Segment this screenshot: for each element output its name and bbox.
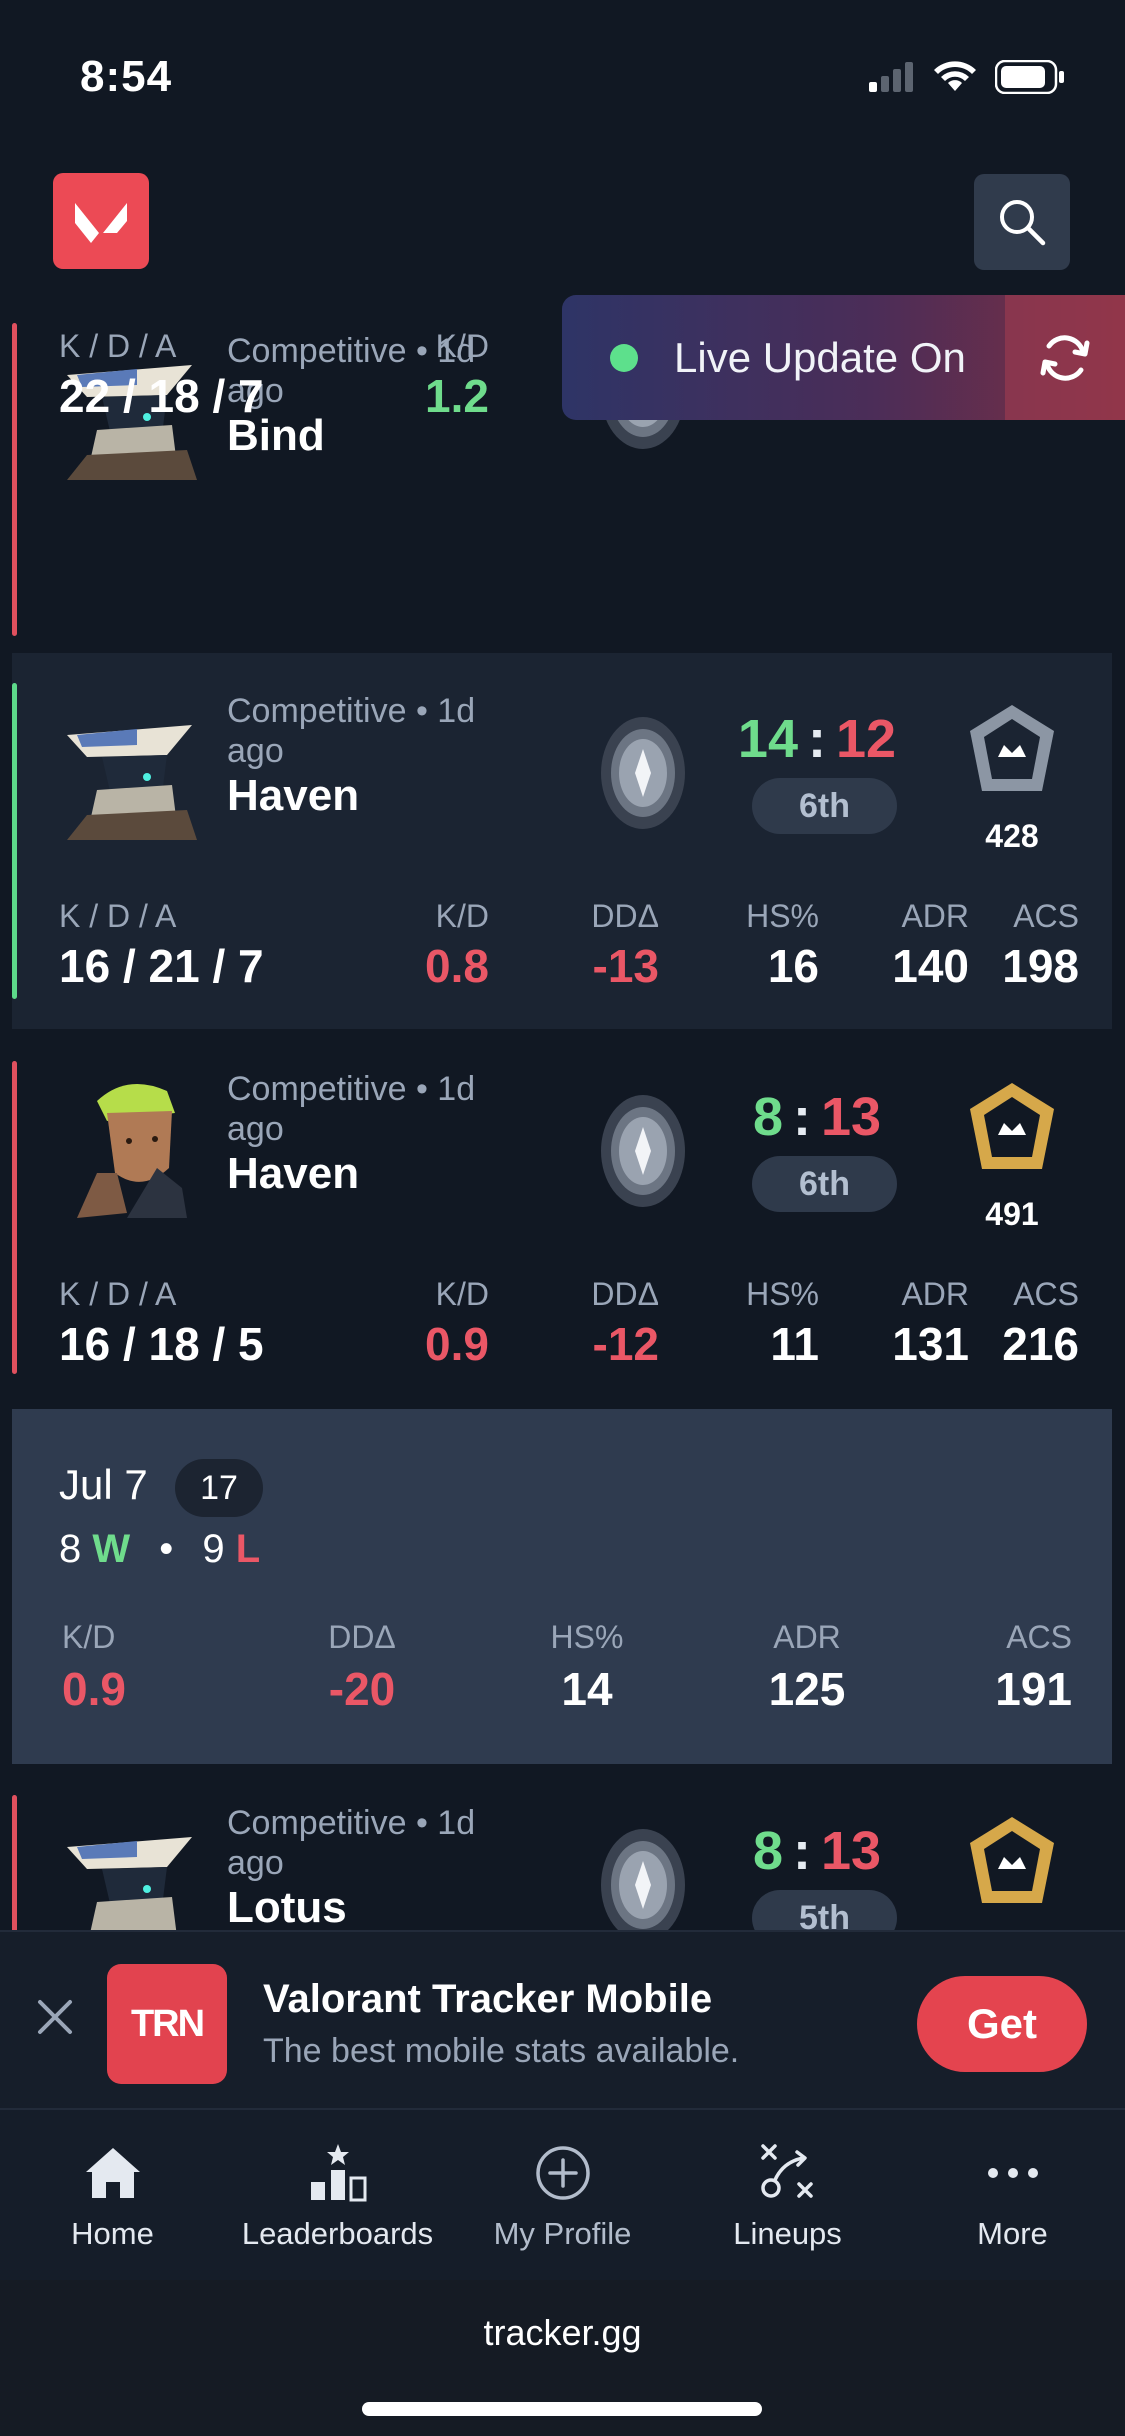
- tier-emblem-icon: [970, 705, 1054, 791]
- nav-my-profile[interactable]: My Profile: [450, 2110, 675, 2282]
- map-name: Haven: [227, 1149, 360, 1198]
- day-stat-kd: K/D 0.9: [62, 1619, 126, 1715]
- more-icon: [987, 2168, 1038, 2178]
- url-text[interactable]: tracker.gg: [0, 2312, 1125, 2354]
- stat-kda: K / D / A 16 / 21 / 7: [59, 898, 264, 992]
- day-date: Jul 7: [59, 1461, 148, 1508]
- match-card[interactable]: Competitive • 1d ago Haven 14:12 6th 428…: [12, 653, 1112, 1029]
- home-icon: [85, 2148, 140, 2198]
- wifi-icon: [934, 61, 976, 91]
- tier-emblem-icon: [970, 1083, 1054, 1169]
- day-summary: Jul 7 17 8 W • 9 L K/D 0.9 DDΔ -20 HS% 1…: [12, 1409, 1112, 1764]
- result-indicator-win: [12, 683, 17, 999]
- queue-label: Competitive • 1d ago: [227, 1070, 476, 1148]
- promo-title: Valorant Tracker Mobile: [263, 1977, 713, 2021]
- status-icons: [869, 60, 1065, 94]
- live-update-label: Live Update On: [674, 333, 966, 381]
- rank-badge-icon: [601, 717, 685, 829]
- nav-more[interactable]: More: [900, 2110, 1125, 2282]
- stat-kd: K/D 1.2: [425, 328, 489, 422]
- stat-hs: HS% 16: [746, 898, 819, 992]
- stat-kda: K / D / A 16 / 18 / 5: [59, 1276, 264, 1370]
- queue-label: Competitive • 1d ago: [227, 1804, 476, 1882]
- result-indicator-loss: [12, 1795, 17, 1930]
- refresh-icon: [1040, 334, 1090, 381]
- nav-lineups-label: Lineups: [733, 2216, 842, 2251]
- nav-leaderboards-label: Leaderboards: [241, 2216, 434, 2251]
- result-indicator-loss: [12, 1061, 17, 1374]
- nav-lineups[interactable]: Lineups: [675, 2110, 900, 2282]
- map-name: Haven: [227, 771, 360, 820]
- day-stat-hs: HS% 14: [550, 1619, 624, 1715]
- add-circle-icon: [535, 2146, 590, 2200]
- rank-rating: 491: [985, 1196, 1039, 1232]
- valorant-logo-icon: [75, 203, 127, 243]
- map-name: Lotus: [227, 1883, 347, 1930]
- stat-kd: K/D 0.8: [425, 898, 489, 992]
- agent-portrait-icon: [57, 1807, 202, 1930]
- agent-portrait-icon: [57, 1073, 202, 1218]
- match-stats: K / D / A 16 / 18 / 5 K/D 0.9 DDΔ -12 HS…: [59, 1276, 1079, 1371]
- browser-url-bar[interactable]: tracker.gg: [0, 2280, 1125, 2436]
- app-promo-banner: TRN Valorant Tracker Mobile The best mob…: [0, 1930, 1125, 2108]
- search-button[interactable]: [974, 174, 1070, 270]
- placement-badge: 6th: [752, 778, 897, 834]
- rank-badge-icon: [601, 1095, 685, 1207]
- nav-leaderboards[interactable]: Leaderboards: [225, 2110, 450, 2282]
- stat-dd: DDΔ -12: [591, 1276, 659, 1370]
- placement-badge: 6th: [752, 1156, 897, 1212]
- rank-rating: 428: [985, 818, 1039, 854]
- valorant-logo[interactable]: [53, 173, 149, 269]
- live-status-dot: [610, 343, 638, 372]
- stat-acs: ACS 198: [1002, 898, 1079, 992]
- stat-kd: K/D 0.9: [425, 1276, 489, 1370]
- stat-adr: ADR 131: [892, 1276, 969, 1370]
- day-record: 8 W • 9 L: [59, 1527, 261, 1571]
- search-icon: [1000, 200, 1046, 246]
- cellular-signal-icon: [869, 62, 913, 92]
- tier-emblem-icon: [970, 1817, 1054, 1903]
- nav-more-label: More: [977, 2216, 1048, 2251]
- rank-badge-icon: [601, 1829, 685, 1930]
- stat-hs: HS% 11: [746, 1276, 819, 1370]
- promo-subtitle: The best mobile stats available.: [263, 2032, 740, 2070]
- get-app-button[interactable]: Get: [917, 1976, 1087, 2072]
- placement-badge: 5th: [752, 1890, 897, 1930]
- nav-my-profile-label: My Profile: [493, 2216, 632, 2251]
- match-score: 8:13: [752, 1087, 882, 1147]
- status-time: 8:54: [80, 52, 173, 101]
- match-card[interactable]: Competitive • 1d ago Lotus 8:13 5th: [12, 1765, 1112, 1930]
- day-stats: K/D 0.9 DDΔ -20 HS% 14 ADR 125 ACS 191: [62, 1619, 1072, 1719]
- bottom-nav: Home Leaderboards My Profile Lineups Mor…: [0, 2108, 1125, 2280]
- lineups-icon: [760, 2144, 813, 2198]
- stat-adr: ADR 140: [892, 898, 969, 992]
- status-bar: 8:54: [0, 0, 1125, 150]
- nav-home[interactable]: Home: [0, 2110, 225, 2282]
- stat-kda: K / D / A 22 / 18 / 7: [59, 328, 264, 422]
- battery-icon: [995, 60, 1064, 94]
- day-stat-acs: ACS 191: [995, 1619, 1072, 1715]
- leaderboards-icon: [310, 2144, 366, 2202]
- match-score: 14:12: [737, 709, 897, 769]
- day-stat-adr: ADR 125: [768, 1619, 846, 1715]
- live-update-banner[interactable]: Live Update On: [562, 295, 1125, 420]
- nav-home-label: Home: [71, 2216, 154, 2251]
- stat-dd: DDΔ -13: [591, 898, 659, 992]
- app-header: [0, 170, 1125, 280]
- day-match-count: 17: [175, 1459, 263, 1517]
- match-card[interactable]: Competitive • 1d ago Haven 8:13 6th 491 …: [12, 1031, 1112, 1404]
- result-indicator-loss: [12, 323, 17, 636]
- agent-portrait-icon: [57, 695, 202, 840]
- queue-label: Competitive • 1d ago: [227, 692, 476, 770]
- refresh-button[interactable]: [1005, 295, 1125, 420]
- match-score: 8:13: [752, 1821, 882, 1881]
- close-icon[interactable]: [30, 1992, 80, 2042]
- match-feed[interactable]: Competitive • 1d ago Bind 2nd 748 K / D …: [0, 295, 1125, 1930]
- home-indicator[interactable]: [362, 2402, 762, 2416]
- day-stat-dd: DDΔ -20: [328, 1619, 396, 1715]
- match-stats: K / D / A 16 / 21 / 7 K/D 0.8 DDΔ -13 HS…: [59, 898, 1079, 993]
- trn-logo: TRN: [107, 1964, 227, 2084]
- stat-acs: ACS 216: [1002, 1276, 1079, 1370]
